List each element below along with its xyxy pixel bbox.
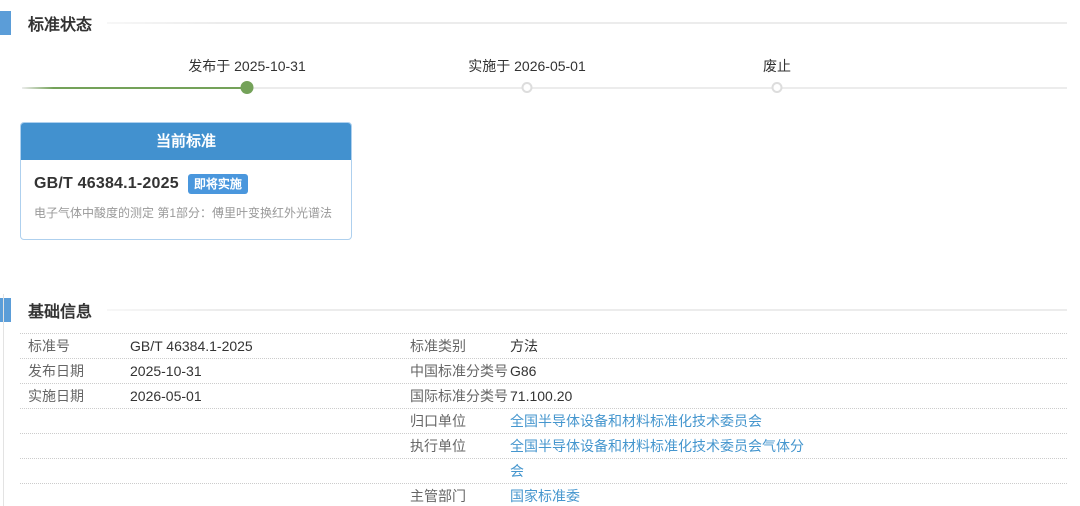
current-standard-card[interactable]: 当前标准 GB/T 46384.1-2025 即将实施 电子气体中酸度的测定 第… — [20, 122, 352, 240]
field-label-category: 标准类别 — [400, 334, 500, 358]
section-marker-icon — [0, 298, 11, 322]
field-value-empty — [122, 409, 400, 433]
status-section: 标准状态 发布于 2025-10-31 实施于 2026-05-01 废止 当前… — [0, 0, 1080, 240]
field-value-publish-date: 2025-10-31 — [122, 359, 400, 383]
timeline-progress — [22, 87, 247, 89]
table-row: 归口单位 全国半导体设备和材料标准化技术委员会 — [20, 409, 1067, 434]
field-value-standard-no: GB/T 46384.1-2025 — [122, 334, 400, 358]
field-label-centralized-unit: 归口单位 — [400, 409, 500, 433]
field-value-ics-code: 71.100.20 — [500, 384, 1067, 408]
field-label-empty — [20, 409, 122, 433]
current-standard-card-body: GB/T 46384.1-2025 即将实施 电子气体中酸度的测定 第1部分：傅… — [21, 160, 351, 239]
authority-link[interactable]: 国家标准委 — [510, 488, 580, 504]
field-label-ccs-code: 中国标准分类号 — [400, 359, 500, 383]
field-label-publish-date: 发布日期 — [20, 359, 122, 383]
status-timeline: 发布于 2025-10-31 实施于 2026-05-01 废止 — [0, 36, 1080, 100]
field-value-ccs-code: G86 — [500, 359, 1067, 383]
field-label-executive-unit: 执行单位 — [400, 434, 500, 458]
section-marker-icon — [0, 11, 11, 35]
field-label-empty — [20, 484, 122, 506]
timeline-dot-implemented — [522, 82, 533, 93]
field-label-implement-date: 实施日期 — [20, 384, 122, 408]
basic-info-section-header: 基础信息 — [0, 297, 1080, 323]
table-row: 主管部门 国家标准委 — [20, 484, 1067, 506]
standard-code: GB/T 46384.1-2025 — [34, 175, 179, 193]
standard-name: 电子气体中酸度的测定 第1部分：傅里叶变换红外光谱法 — [34, 204, 338, 221]
status-section-header: 标准状态 — [0, 10, 1080, 36]
status-section-title: 标准状态 — [28, 11, 92, 35]
table-row: 执行单位 全国半导体设备和材料标准化技术委员会气体分 — [20, 434, 1067, 459]
current-standard-card-header: 当前标准 — [21, 123, 351, 160]
executive-unit-link-wrap[interactable]: 会 — [510, 463, 524, 479]
field-label-authority: 主管部门 — [400, 484, 500, 506]
section-divider — [107, 309, 1067, 311]
field-label-standard-no: 标准号 — [20, 334, 122, 358]
timeline-label-published: 发布于 2025-10-31 — [188, 56, 306, 76]
panel-left-border — [3, 294, 4, 506]
field-label-empty — [400, 459, 500, 483]
basic-info-section-title: 基础信息 — [28, 298, 92, 322]
basic-info-section: 基础信息 标准号 GB/T 46384.1-2025 标准类别 方法 发布日期 … — [0, 297, 1080, 506]
status-badge: 即将实施 — [188, 174, 248, 194]
table-row: 会 — [20, 459, 1067, 484]
field-value-empty — [122, 484, 400, 506]
table-row: 发布日期 2025-10-31 中国标准分类号 G86 — [20, 359, 1067, 384]
table-row: 标准号 GB/T 46384.1-2025 标准类别 方法 — [20, 334, 1067, 359]
table-row: 实施日期 2026-05-01 国际标准分类号 71.100.20 — [20, 384, 1067, 409]
field-value-category: 方法 — [500, 334, 1067, 358]
field-value-implement-date: 2026-05-01 — [122, 384, 400, 408]
section-divider — [107, 22, 1067, 24]
timeline-label-abolished: 废止 — [763, 56, 791, 76]
executive-unit-link[interactable]: 全国半导体设备和材料标准化技术委员会气体分 — [510, 438, 804, 454]
field-label-empty — [20, 459, 122, 483]
field-value-empty — [122, 459, 400, 483]
standard-detail-page: 标准状态 发布于 2025-10-31 实施于 2026-05-01 废止 当前… — [0, 0, 1080, 506]
centralized-unit-link[interactable]: 全国半导体设备和材料标准化技术委员会 — [510, 413, 762, 429]
timeline-dot-published — [241, 81, 254, 94]
timeline-dot-abolished — [772, 82, 783, 93]
field-label-empty — [20, 434, 122, 458]
basic-info-table: 标准号 GB/T 46384.1-2025 标准类别 方法 发布日期 2025-… — [20, 333, 1067, 506]
timeline-label-implemented: 实施于 2026-05-01 — [468, 56, 586, 76]
field-label-ics-code: 国际标准分类号 — [400, 384, 500, 408]
field-value-empty — [122, 434, 400, 458]
